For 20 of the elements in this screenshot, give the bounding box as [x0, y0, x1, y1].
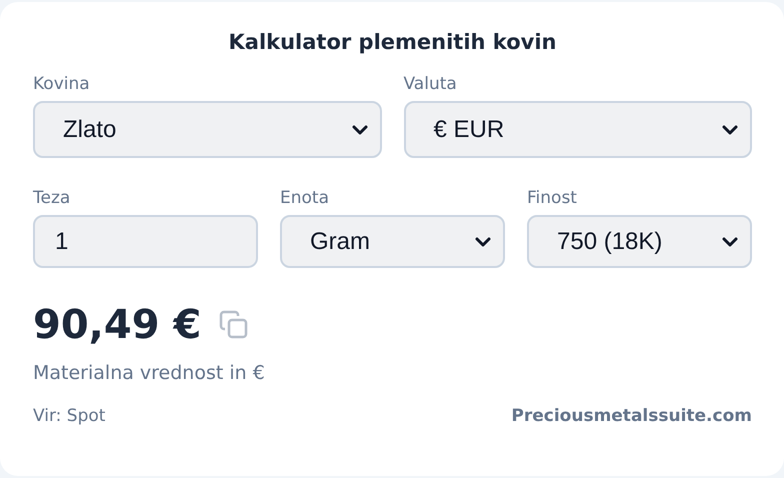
chevron-down-icon — [352, 124, 368, 134]
chevron-down-icon — [722, 124, 738, 134]
field-label: Finost — [527, 188, 577, 208]
calculator-title: Kalkulator plemenitih kovin — [228, 30, 558, 54]
dropdown[interactable]: € EUR — [404, 101, 752, 158]
chevron-down-icon — [475, 236, 491, 246]
field-label: Kovina — [33, 74, 90, 94]
dropdown[interactable]: 750 (18K) — [527, 215, 752, 268]
result-value: 90,49 € — [33, 302, 202, 348]
field-label: Teza — [33, 188, 70, 208]
input-field[interactable]: 1 — [33, 215, 258, 268]
dropdown[interactable]: Zlato — [33, 101, 382, 158]
dropdown[interactable]: Gram — [280, 215, 505, 268]
result-caption: Materialna vrednost in € — [33, 362, 265, 384]
copy-icon[interactable] — [219, 310, 250, 340]
field-label: Valuta — [404, 74, 457, 94]
website-link[interactable]: Preciousmetalssuite.com — [511, 406, 752, 426]
source-text: Vir: Spot — [33, 406, 106, 426]
chevron-down-icon — [722, 236, 738, 246]
field-label: Enota — [280, 188, 329, 208]
